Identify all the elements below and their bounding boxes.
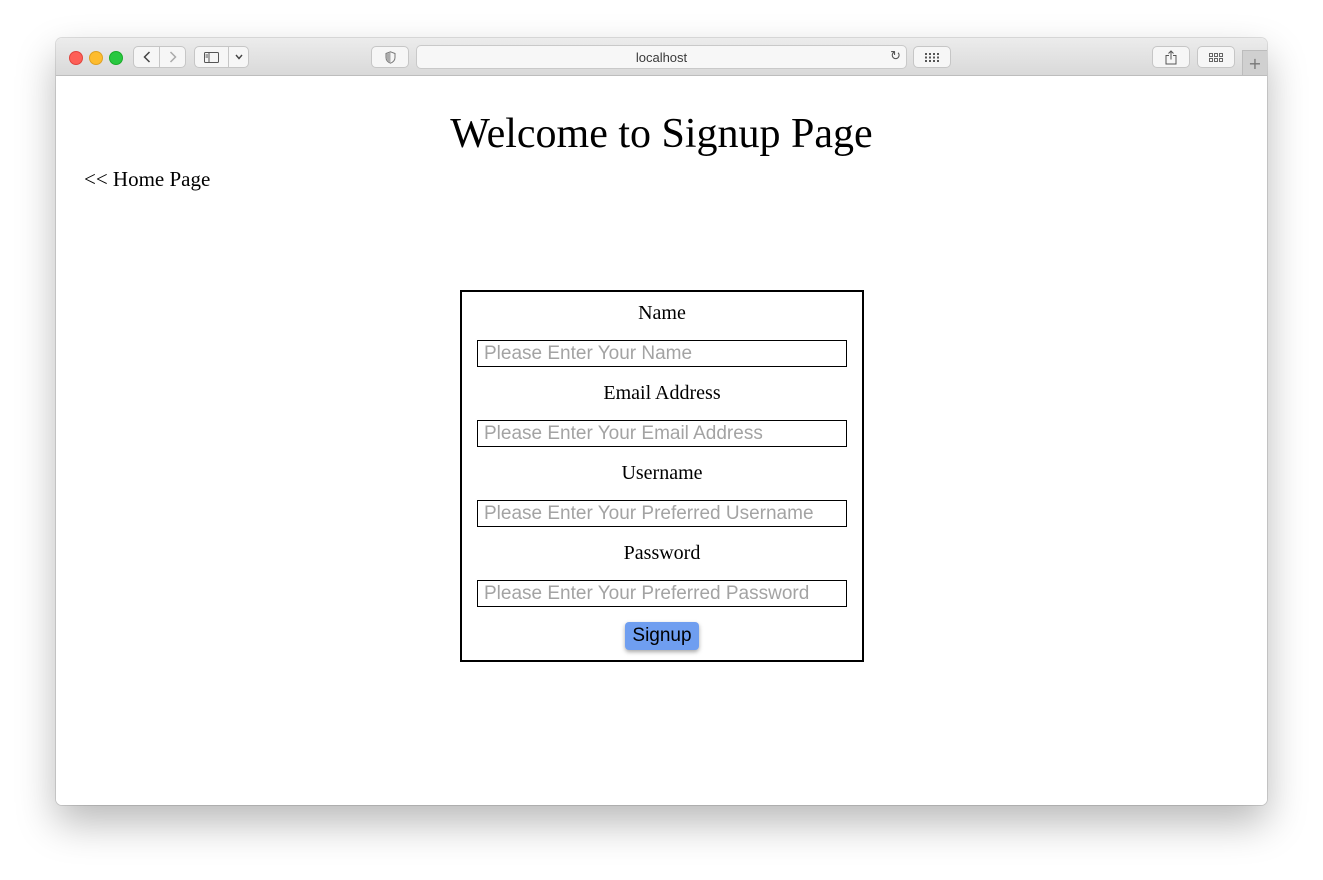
page-content: Welcome to Signup Page << Home Page Name…: [56, 76, 1267, 805]
username-input[interactable]: [477, 500, 847, 527]
history-nav-group: [133, 46, 186, 68]
name-input[interactable]: [477, 340, 847, 367]
chevron-left-icon: [142, 51, 150, 63]
email-input[interactable]: [477, 420, 847, 447]
back-button[interactable]: [134, 47, 159, 67]
sidebar-toggle-button[interactable]: [195, 47, 228, 67]
home-page-link[interactable]: << Home Page: [84, 167, 210, 192]
plus-icon: +: [1248, 53, 1262, 73]
share-button[interactable]: [1152, 46, 1190, 68]
address-bar[interactable]: localhost ↻: [416, 45, 907, 69]
reload-icon[interactable]: ↻: [890, 49, 901, 64]
chevron-down-icon: [235, 54, 243, 60]
signup-form: Name Email Address Username Password Sig…: [460, 290, 864, 662]
tab-overview-button[interactable]: [1197, 46, 1235, 68]
shield-icon: [385, 50, 395, 64]
browser-toolbar: localhost ↻ +: [56, 38, 1267, 76]
browser-window: localhost ↻ + Welcome to Signup Page << …: [56, 38, 1267, 805]
grid-icon: [925, 52, 939, 62]
username-label: Username: [621, 462, 703, 484]
chevron-right-icon: [169, 51, 177, 63]
tabs-overview-icon: [1209, 52, 1223, 62]
name-label: Name: [638, 302, 686, 324]
sidebar-menu-button[interactable]: [228, 47, 248, 67]
privacy-report-button[interactable]: [371, 46, 409, 68]
address-text: localhost: [635, 50, 688, 65]
password-label: Password: [623, 542, 701, 564]
password-input[interactable]: [477, 580, 847, 607]
sidebar-group: [194, 46, 249, 68]
page-title: Welcome to Signup Page: [450, 111, 873, 157]
sidebar-icon: [204, 51, 220, 63]
signup-button[interactable]: Signup: [625, 622, 699, 650]
extensions-button[interactable]: [913, 46, 951, 68]
minimize-window-button[interactable]: [89, 51, 103, 65]
email-label: Email Address: [603, 382, 721, 404]
maximize-window-button[interactable]: [109, 51, 123, 65]
new-tab-button[interactable]: +: [1242, 50, 1267, 75]
share-icon: [1165, 49, 1177, 64]
forward-button[interactable]: [159, 47, 185, 67]
close-window-button[interactable]: [69, 51, 83, 65]
